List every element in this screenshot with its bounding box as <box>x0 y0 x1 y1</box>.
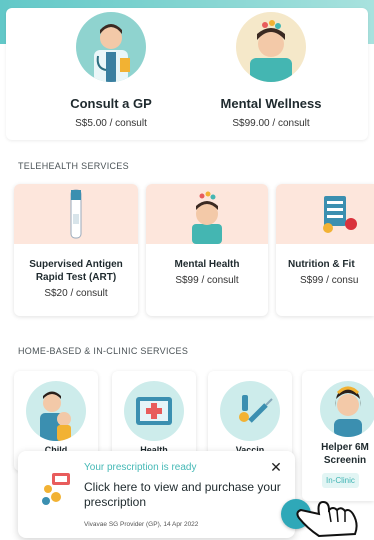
mental-wellness-card[interactable]: Mental Wellness S$99.00 / consult <box>186 8 356 140</box>
in-clinic-badge: In-Clinic <box>322 473 359 488</box>
card-price: S$5.00 / consult <box>75 118 147 129</box>
telehealth-section-title: TELEHEALTH SERVICES <box>18 161 129 171</box>
notification-heading: Your prescription is ready <box>84 462 197 473</box>
mental-health-card[interactable]: Mental Health S$99 / consult <box>146 184 268 316</box>
helper-screening-card[interactable]: Helper 6M Screenin In-Clinic <box>302 371 374 501</box>
health-screening-icon <box>124 381 184 441</box>
card-title: Nutrition & Fit <box>288 259 355 270</box>
mental-wellness-icon <box>236 12 306 82</box>
card-price: S$99.00 / consult <box>232 118 310 129</box>
prescription-icon <box>38 471 74 507</box>
helper-icon <box>320 381 374 437</box>
featured-services: Consult a GP S$5.00 / consult Mental Wel… <box>6 8 368 140</box>
card-title: Mental Wellness <box>220 96 322 111</box>
card-price: S$99 / consu <box>300 275 359 286</box>
vaccine-icon <box>220 381 280 441</box>
child-icon <box>26 381 86 441</box>
pointing-hand-icon <box>289 494 373 540</box>
test-tube-icon <box>14 184 138 244</box>
nutrition-card[interactable]: Nutrition & Fit S$99 / consu <box>276 184 374 316</box>
card-title: Mental Health <box>174 259 240 270</box>
card-label: Helper 6M Screenin <box>321 442 369 466</box>
prescription-notification[interactable]: Your prescription is ready Click here to… <box>18 451 295 538</box>
notification-footnote: Vivavae SG Provider (GP), 14 Apr 2022 <box>84 521 199 528</box>
doctor-icon <box>76 12 146 82</box>
card-title: Consult a GP <box>70 96 152 111</box>
card-price: S$99 / consult <box>175 275 239 286</box>
card-price: S$20 / consult <box>44 288 108 299</box>
art-test-card[interactable]: Supervised Antigen Rapid Test (ART) S$20… <box>14 184 138 316</box>
consult-gp-card[interactable]: Consult a GP S$5.00 / consult <box>26 8 196 140</box>
notification-body[interactable]: Click here to view and purchase your pre… <box>84 480 284 510</box>
home-based-section-title: HOME-BASED & IN-CLINIC SERVICES <box>18 346 189 356</box>
close-icon[interactable]: ✕ <box>268 459 284 475</box>
mental-health-icon <box>146 184 268 244</box>
card-title: Supervised Antigen Rapid Test (ART) <box>29 259 123 283</box>
nutrition-icon <box>276 184 374 244</box>
